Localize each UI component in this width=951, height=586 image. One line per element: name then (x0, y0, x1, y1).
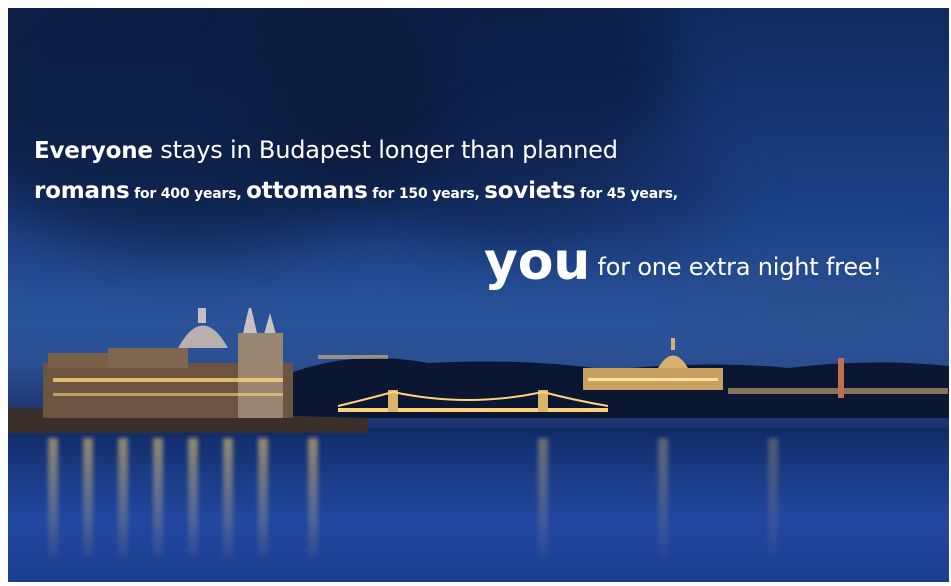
buda-castle-icon (583, 338, 723, 390)
parliament-building-icon (43, 308, 293, 418)
headline-emphasis: ottomans (246, 178, 368, 204)
headline-detail: for 45 years, (580, 186, 678, 202)
danube-river (8, 428, 949, 582)
headline-line-3: you for one extra night free! (484, 232, 882, 292)
headline-text: stays in Budapest longer than planned (160, 136, 618, 164)
light-reflection (118, 438, 128, 558)
headline-you: you (484, 232, 591, 292)
headline-emphasis: Everyone (34, 138, 153, 164)
headline-detail: for 150 years, (372, 186, 480, 202)
headline-detail: for 400 years, (134, 186, 242, 202)
headline-offer: for one extra night free! (597, 253, 882, 281)
budapest-night-scene: Everyone stays in Budapest longer than p… (8, 8, 949, 582)
light-reflection (188, 438, 198, 558)
light-reflection (768, 438, 778, 558)
light-reflection (153, 438, 163, 558)
light-reflection (258, 438, 268, 558)
light-reflection (223, 438, 233, 558)
light-reflection (658, 438, 668, 558)
headline-line-1: Everyone stays in Budapest longer than p… (34, 136, 618, 164)
headline-emphasis: soviets (484, 178, 576, 204)
ad-frame: Everyone stays in Budapest longer than p… (0, 0, 951, 586)
headline-emphasis: romans (34, 178, 130, 204)
light-reflection (538, 438, 548, 558)
city-skyline (8, 308, 949, 433)
light-reflection (48, 438, 58, 558)
headline-line-2: romans for 400 years, ottomans for 150 y… (34, 178, 678, 204)
light-reflection (83, 438, 93, 558)
light-reflection (308, 438, 318, 558)
